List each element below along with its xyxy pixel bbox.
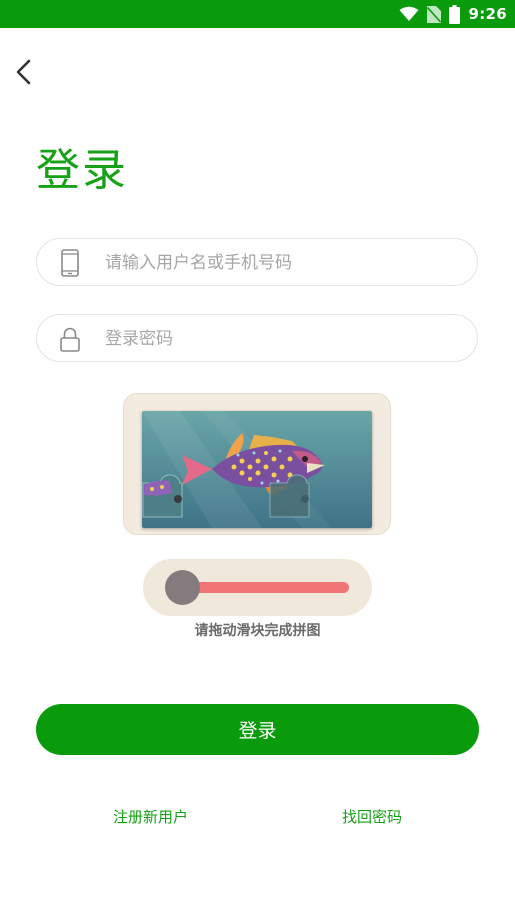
no-sim-icon xyxy=(427,5,442,23)
username-field[interactable] xyxy=(36,238,478,287)
captcha-fish-illustration xyxy=(142,411,372,528)
forgot-password-link[interactable]: 找回密码 xyxy=(342,806,402,827)
register-link[interactable]: 注册新用户 xyxy=(113,806,188,827)
chevron-left-icon xyxy=(16,59,31,85)
back-button[interactable] xyxy=(10,55,40,89)
login-button[interactable]: 登录 xyxy=(36,704,479,755)
captcha-image xyxy=(142,411,372,528)
captcha-hint: 请拖动滑块完成拼图 xyxy=(194,623,321,639)
captcha-slider[interactable] xyxy=(143,559,372,616)
status-bar: 9:26 xyxy=(0,0,515,28)
password-field[interactable] xyxy=(36,314,478,363)
status-time: 9:26 xyxy=(468,5,507,23)
wifi-icon xyxy=(399,6,419,21)
lock-icon xyxy=(60,327,80,352)
battery-icon xyxy=(449,4,461,24)
captcha-frame xyxy=(123,393,391,535)
slider-handle[interactable] xyxy=(165,570,200,605)
password-input[interactable] xyxy=(103,315,467,363)
phone-icon xyxy=(61,249,79,277)
page-title: 登录 xyxy=(36,145,128,196)
username-input[interactable] xyxy=(103,239,467,287)
status-icons: 9:26 xyxy=(399,4,507,24)
